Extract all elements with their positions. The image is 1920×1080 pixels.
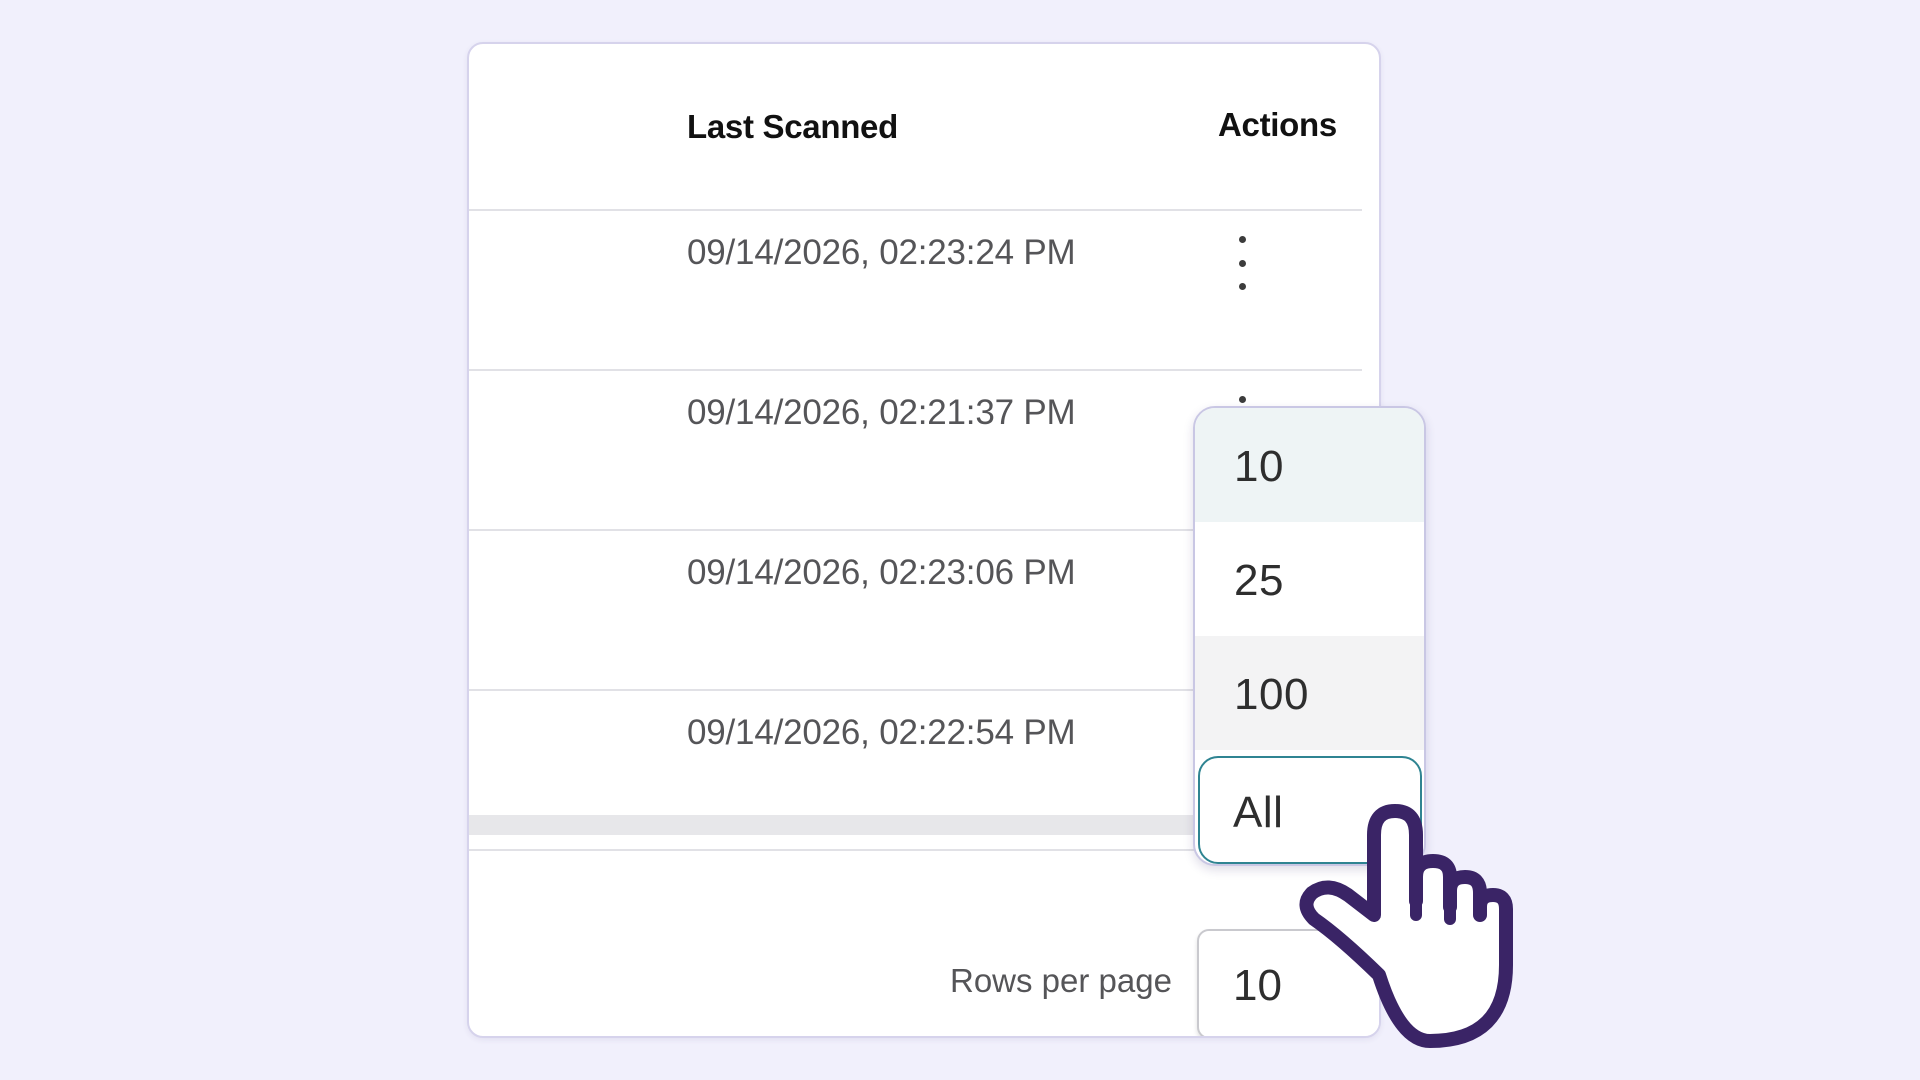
hand-pointer-icon [1299, 804, 1513, 1048]
option-100[interactable]: 100 [1195, 636, 1424, 750]
table-row: 09/14/2026, 02:23:24 PM [469, 211, 1362, 371]
option-10[interactable]: 10 [1195, 408, 1424, 522]
more-vertical-icon[interactable] [1236, 236, 1248, 290]
rows-per-page-label: Rows per page [950, 962, 1172, 999]
option-label: 10 [1234, 442, 1284, 491]
column-header-last-scanned[interactable]: Last Scanned [687, 108, 898, 146]
last-scanned-cell: 09/14/2026, 02:23:24 PM [687, 233, 1076, 272]
rows-per-page-value: 10 [1233, 961, 1282, 1010]
option-label: All [1233, 788, 1284, 837]
column-header-actions: Actions [1218, 106, 1337, 143]
table-footer: Rows per page 10 [469, 840, 1379, 1036]
option-label: 25 [1234, 556, 1284, 605]
last-scanned-cell: 09/14/2026, 02:22:54 PM [687, 713, 1076, 752]
last-scanned-cell: 09/14/2026, 02:23:06 PM [687, 553, 1076, 592]
table-header: Last Scanned Actions [469, 44, 1362, 211]
option-label: 100 [1234, 670, 1309, 719]
option-25[interactable]: 25 [1195, 522, 1424, 636]
last-scanned-cell: 09/14/2026, 02:21:37 PM [687, 393, 1076, 432]
